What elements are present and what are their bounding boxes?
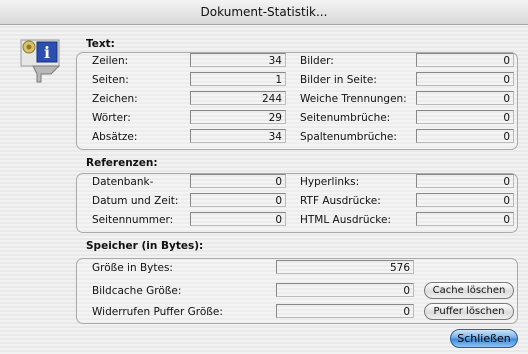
image-cache-size-label: Bildcache Größe:: [92, 285, 182, 297]
page-number-label: Seitennummer:: [92, 214, 174, 226]
document-info-icon: i: [19, 36, 71, 86]
images-in-page-value: 0: [416, 72, 514, 86]
soft-hyphens-label: Weiche Trennungen:: [300, 93, 407, 105]
date-time-value: 0: [190, 193, 286, 207]
images-value: 0: [416, 53, 514, 67]
svg-text:i: i: [44, 43, 50, 62]
rtf-expressions-value: 0: [416, 193, 514, 207]
undo-buffer-size-value: 0: [276, 304, 414, 318]
pages-value: 1: [190, 72, 286, 86]
close-button[interactable]: Schließen: [450, 329, 518, 348]
rtf-expressions-label: RTF Ausdrücke:: [300, 195, 381, 207]
lines-label: Zeilen:: [92, 55, 129, 67]
page-breaks-label: Seitenumbrüche:: [300, 112, 391, 124]
chars-label: Zeichen:: [92, 93, 138, 105]
column-breaks-label: Spaltenumbrüche:: [300, 131, 397, 143]
size-bytes-value: 576: [276, 260, 414, 274]
column-breaks-value: 0: [416, 129, 514, 143]
database-value: 0: [190, 174, 286, 188]
page-number-value: 0: [190, 212, 286, 226]
memory-section-title: Speicher (in Bytes):: [86, 240, 204, 252]
clear-cache-button[interactable]: Cache löschen: [424, 282, 514, 299]
html-expressions-value: 0: [416, 212, 514, 226]
text-section-title: Text:: [86, 38, 115, 50]
soft-hyphens-value: 0: [416, 91, 514, 105]
paragraphs-label: Absätze:: [92, 131, 138, 143]
size-bytes-label: Größe in Bytes:: [92, 262, 173, 274]
lines-value: 34: [190, 53, 286, 67]
images-in-page-label: Bilder in Seite:: [300, 74, 377, 86]
words-label: Wörter:: [92, 112, 131, 124]
chars-value: 244: [190, 91, 286, 105]
window-title: Dokument-Statistik...: [0, 0, 528, 25]
image-cache-size-value: 0: [276, 283, 414, 297]
references-section-title: Referenzen:: [86, 157, 158, 169]
page-breaks-value: 0: [416, 110, 514, 124]
html-expressions-label: HTML Ausdrücke:: [300, 214, 391, 226]
pages-label: Seiten:: [92, 74, 129, 86]
undo-buffer-size-label: Widerrufen Puffer Größe:: [92, 306, 223, 318]
images-label: Bilder:: [300, 55, 334, 67]
database-label: Datenbank-: [92, 176, 154, 188]
hyperlinks-value: 0: [416, 174, 514, 188]
words-value: 29: [190, 110, 286, 124]
hyperlinks-label: Hyperlinks:: [300, 176, 360, 188]
clear-buffer-button[interactable]: Puffer löschen: [424, 303, 514, 320]
paragraphs-value: 34: [190, 129, 286, 143]
date-time-label: Datum und Zeit:: [92, 195, 179, 207]
